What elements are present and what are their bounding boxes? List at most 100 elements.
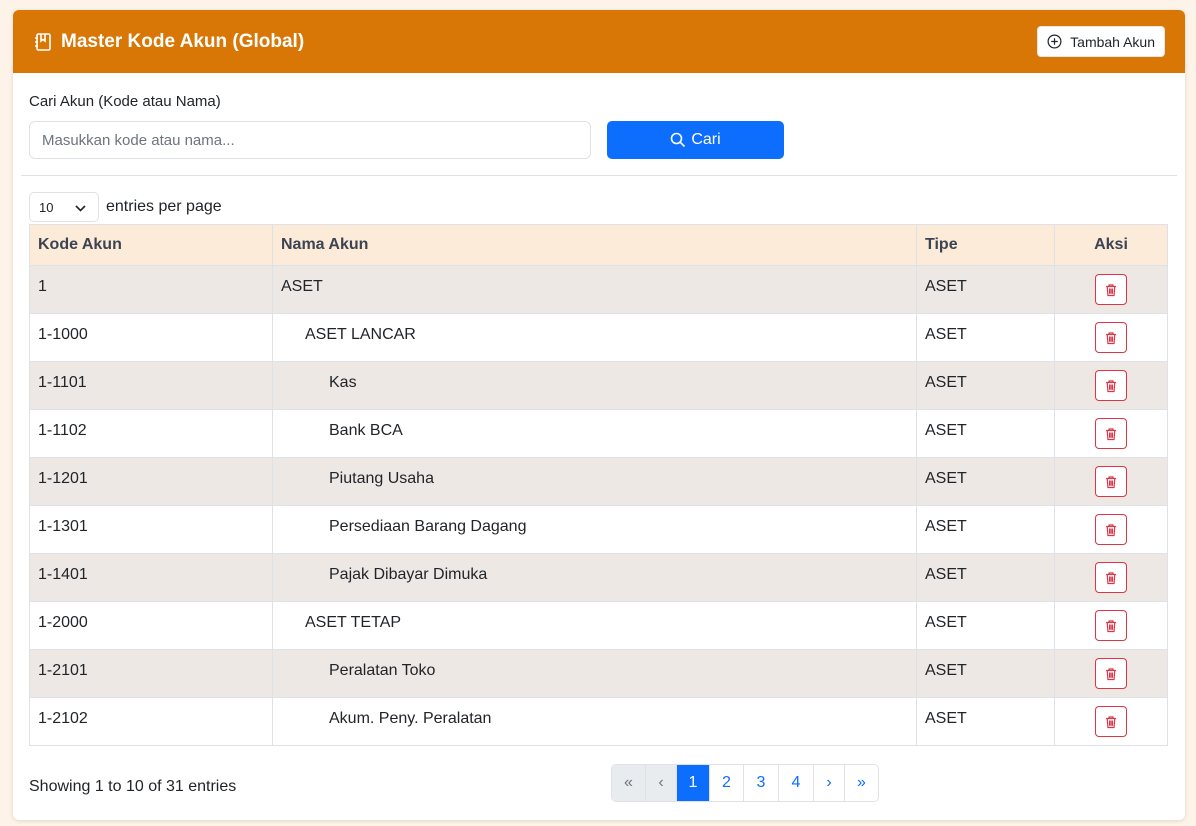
entries-per-page-select[interactable]: 10 xyxy=(29,192,99,222)
table-header-row: Kode Akun Nama Akun Tipe Aksi xyxy=(29,224,1168,266)
cell-nama: Piutang Usaha xyxy=(272,457,917,506)
page-last[interactable]: » xyxy=(845,765,878,801)
cell-aksi xyxy=(1054,697,1168,746)
cell-aksi xyxy=(1054,265,1168,314)
delete-button[interactable] xyxy=(1095,658,1127,689)
delete-button[interactable] xyxy=(1095,274,1127,305)
cell-tipe: ASET xyxy=(916,265,1055,314)
account-name: Pajak Dibayar Dimuka xyxy=(329,566,488,583)
delete-button[interactable] xyxy=(1095,466,1127,497)
column-header-kode[interactable]: Kode Akun xyxy=(29,224,273,266)
search-button[interactable]: Cari xyxy=(607,121,784,159)
page-next[interactable]: › xyxy=(814,765,845,801)
column-header-nama[interactable]: Nama Akun xyxy=(272,224,917,266)
trash-icon xyxy=(1106,379,1116,392)
account-name: Persediaan Barang Dagang xyxy=(329,518,527,535)
account-name: Piutang Usaha xyxy=(329,470,434,487)
delete-button[interactable] xyxy=(1095,706,1127,737)
table-footer: Showing 1 to 10 of 31 entries « ‹ 1 2 3 … xyxy=(29,764,1169,802)
cell-tipe: ASET xyxy=(916,313,1055,362)
cell-aksi xyxy=(1054,601,1168,650)
cell-kode: 1-1201 xyxy=(29,457,273,506)
search-label: Cari Akun (Kode atau Nama) xyxy=(29,93,221,110)
page-4[interactable]: 4 xyxy=(779,765,814,801)
delete-button[interactable] xyxy=(1095,610,1127,641)
page-title: Master Kode Akun (Global) xyxy=(33,31,304,53)
cell-aksi xyxy=(1054,553,1168,602)
cell-kode: 1-2000 xyxy=(29,601,273,650)
search-section: Cari Akun (Kode atau Nama) Cari xyxy=(21,73,1177,176)
column-header-tipe[interactable]: Tipe xyxy=(916,224,1055,266)
account-name: ASET TETAP xyxy=(305,614,402,631)
account-name: ASET xyxy=(281,278,323,295)
delete-button[interactable] xyxy=(1095,322,1127,353)
cell-tipe: ASET xyxy=(916,697,1055,746)
cell-tipe: ASET xyxy=(916,505,1055,554)
table-row: 1-2000 ASET TETAP ASET xyxy=(29,601,1168,650)
table-row: 1-1102 Bank BCA ASET xyxy=(29,409,1168,458)
delete-button[interactable] xyxy=(1095,370,1127,401)
column-header-aksi: Aksi xyxy=(1054,224,1168,266)
trash-icon xyxy=(1106,619,1116,632)
cell-kode: 1-1401 xyxy=(29,553,273,602)
add-account-button[interactable]: Tambah Akun xyxy=(1037,26,1165,57)
cell-kode: 1-1000 xyxy=(29,313,273,362)
table-row: 1-1201 Piutang Usaha ASET xyxy=(29,457,1168,506)
cell-aksi xyxy=(1054,505,1168,554)
page-prev[interactable]: ‹ xyxy=(646,765,677,801)
cell-aksi xyxy=(1054,409,1168,458)
table-row: 1-1401 Pajak Dibayar Dimuka ASET xyxy=(29,553,1168,602)
trash-icon xyxy=(1106,571,1116,584)
search-input[interactable] xyxy=(29,121,591,159)
entries-selected-value: 10 xyxy=(39,199,54,215)
page-title-text: Master Kode Akun (Global) xyxy=(61,30,305,52)
account-name: Kas xyxy=(329,374,357,391)
cell-tipe: ASET xyxy=(916,601,1055,650)
account-name: Akum. Peny. Peralatan xyxy=(329,710,492,727)
delete-button[interactable] xyxy=(1095,562,1127,593)
trash-icon xyxy=(1106,523,1116,536)
account-master-card: Master Kode Akun (Global) Tambah Akun Ca… xyxy=(13,10,1185,820)
cell-tipe: ASET xyxy=(916,553,1055,602)
cell-tipe: ASET xyxy=(916,649,1055,698)
add-account-label: Tambah Akun xyxy=(1070,33,1155,50)
cell-tipe: ASET xyxy=(916,361,1055,410)
cell-kode: 1 xyxy=(29,265,273,314)
trash-icon xyxy=(1106,427,1116,440)
cell-tipe: ASET xyxy=(916,457,1055,506)
cell-aksi xyxy=(1054,313,1168,362)
table-row: 1-1000 ASET LANCAR ASET xyxy=(29,313,1168,362)
trash-icon xyxy=(1106,331,1116,344)
table-row: 1-1301 Persediaan Barang Dagang ASET xyxy=(29,505,1168,554)
trash-icon xyxy=(1106,667,1116,680)
delete-button[interactable] xyxy=(1095,418,1127,449)
cell-nama: ASET LANCAR xyxy=(272,313,917,362)
cell-kode: 1-1102 xyxy=(29,409,273,458)
trash-icon xyxy=(1106,475,1116,488)
page-first[interactable]: « xyxy=(612,765,646,801)
page-2[interactable]: 2 xyxy=(710,765,744,801)
account-name: Peralatan Toko xyxy=(329,662,436,679)
card-header: Master Kode Akun (Global) Tambah Akun xyxy=(13,10,1185,73)
cell-nama: ASET TETAP xyxy=(272,601,917,650)
account-name: ASET LANCAR xyxy=(305,326,416,343)
page-3[interactable]: 3 xyxy=(744,765,779,801)
trash-icon xyxy=(1106,283,1116,296)
cell-nama: Bank BCA xyxy=(272,409,917,458)
search-icon xyxy=(670,132,686,148)
cell-kode: 1-2101 xyxy=(29,649,273,698)
account-name: Bank BCA xyxy=(329,422,403,439)
cell-nama: ASET xyxy=(272,265,917,314)
cell-kode: 1-2102 xyxy=(29,697,273,746)
cell-aksi xyxy=(1054,649,1168,698)
entries-label: entries per page xyxy=(106,198,222,215)
table-row: 1 ASET ASET xyxy=(29,265,1168,314)
table-section: 10 entries per page Kode Akun Nama Akun … xyxy=(13,176,1185,802)
cell-tipe: ASET xyxy=(916,409,1055,458)
cell-nama: Peralatan Toko xyxy=(272,649,917,698)
cell-kode: 1-1301 xyxy=(29,505,273,554)
page-1[interactable]: 1 xyxy=(677,765,710,801)
delete-button[interactable] xyxy=(1095,514,1127,545)
table-row: 1-2102 Akum. Peny. Peralatan ASET xyxy=(29,697,1168,746)
cell-nama: Kas xyxy=(272,361,917,410)
